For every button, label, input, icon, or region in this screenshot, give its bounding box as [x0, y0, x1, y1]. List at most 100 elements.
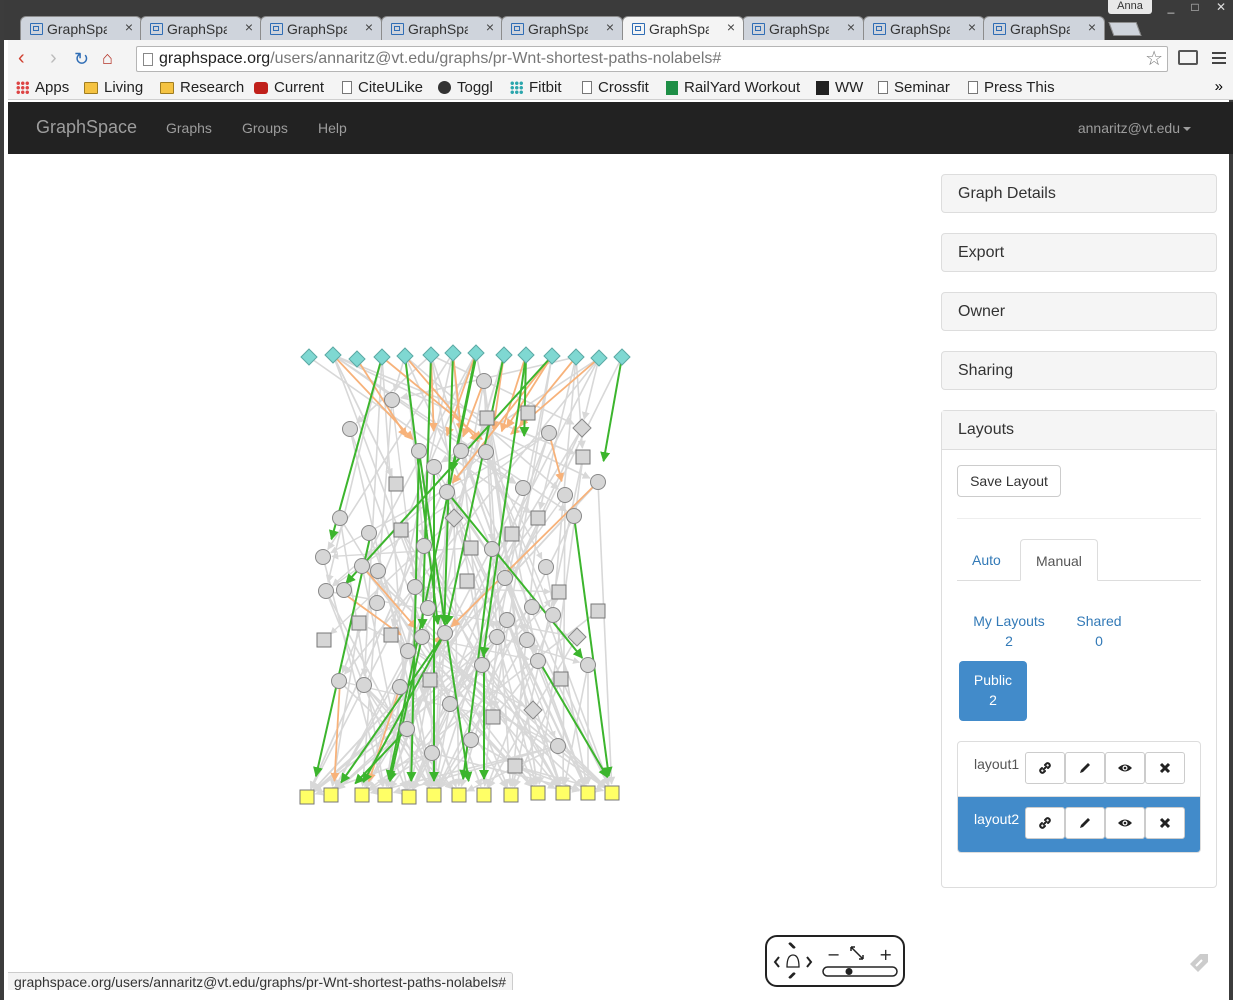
zoom-slider[interactable]: [822, 966, 898, 977]
graph-node[interactable]: [499, 612, 515, 628]
panel-export[interactable]: Export: [941, 233, 1217, 272]
graph-node[interactable]: [422, 672, 438, 688]
graph-node[interactable]: [356, 677, 372, 693]
graph-node[interactable]: [479, 410, 495, 426]
graph-node[interactable]: [361, 525, 377, 541]
graph-node[interactable]: [572, 418, 592, 438]
close-tab-icon[interactable]: ×: [365, 19, 373, 35]
browser-tab[interactable]: GraphSpa ×: [501, 16, 623, 40]
graph-node[interactable]: [519, 632, 535, 648]
bookmark-toggl[interactable]: Toggl: [438, 79, 493, 96]
target-node[interactable]: [401, 789, 417, 805]
bookmark-apps[interactable]: Apps: [16, 79, 69, 96]
graph-node[interactable]: [538, 559, 554, 575]
bookmark-citeulike[interactable]: CiteULike: [342, 79, 423, 96]
graph-node[interactable]: [541, 425, 557, 441]
graph-node[interactable]: [407, 579, 423, 595]
target-node[interactable]: [426, 787, 442, 803]
graph-node[interactable]: [336, 582, 352, 598]
new-tab-button[interactable]: [1108, 22, 1142, 36]
graph-node[interactable]: [342, 421, 358, 437]
cast-icon[interactable]: [1178, 50, 1198, 65]
target-node[interactable]: [503, 787, 519, 803]
graph-node[interactable]: [463, 540, 479, 556]
bookmark-research[interactable]: Research: [160, 79, 244, 96]
layout-row-selected[interactable]: layout2: [958, 797, 1200, 852]
fit-icon[interactable]: [850, 946, 864, 960]
graph-node[interactable]: [384, 392, 400, 408]
close-tab-icon[interactable]: ×: [486, 19, 494, 35]
minimize-icon[interactable]: _: [1160, 0, 1182, 18]
source-node[interactable]: [517, 346, 535, 364]
graph-node[interactable]: [439, 484, 455, 500]
zoom-out-icon[interactable]: −: [827, 945, 840, 964]
graph-node[interactable]: [530, 510, 546, 526]
graph-node[interactable]: [520, 405, 536, 421]
graph-node[interactable]: [590, 603, 606, 619]
graph-node[interactable]: [478, 444, 494, 460]
bookmark-crossfit[interactable]: Crossfit: [582, 79, 649, 96]
source-node[interactable]: [495, 346, 513, 364]
graph-node[interactable]: [414, 629, 430, 645]
graph-node[interactable]: [545, 607, 561, 623]
close-tab-icon[interactable]: ×: [847, 19, 855, 35]
bookmark-railyard[interactable]: RailYard Workout: [666, 79, 806, 96]
pencil-icon[interactable]: [1065, 752, 1105, 784]
nav-graphs[interactable]: Graphs: [166, 120, 212, 136]
graph-node[interactable]: [318, 583, 334, 599]
graph-node[interactable]: [489, 629, 505, 645]
back-icon[interactable]: ‹: [18, 48, 25, 68]
close-tab-icon[interactable]: ×: [1088, 19, 1096, 35]
source-node[interactable]: [300, 348, 318, 366]
graph-node[interactable]: [459, 573, 475, 589]
graph-node[interactable]: [316, 632, 332, 648]
graph-node[interactable]: [566, 508, 582, 524]
graph-node[interactable]: [550, 738, 566, 754]
target-node[interactable]: [354, 787, 370, 803]
browser-tab[interactable]: GraphSpa ×: [742, 16, 864, 40]
tab-manual[interactable]: Manual: [1020, 539, 1098, 581]
graph-node[interactable]: [392, 679, 408, 695]
bookmark-star-icon[interactable]: ☆: [1145, 47, 1163, 71]
pencil-tag-icon[interactable]: [1188, 952, 1210, 974]
graph-node[interactable]: [474, 657, 490, 673]
delete-icon[interactable]: [1145, 752, 1185, 784]
eye-icon[interactable]: [1105, 807, 1145, 839]
graph-node[interactable]: [370, 563, 386, 579]
maximize-icon[interactable]: □: [1184, 0, 1206, 18]
close-window-icon[interactable]: ✕: [1210, 0, 1232, 18]
save-layout-button[interactable]: Save Layout: [957, 465, 1061, 497]
source-node[interactable]: [467, 344, 485, 362]
graph-node[interactable]: [354, 558, 370, 574]
graph-node[interactable]: [497, 570, 513, 586]
graph-node[interactable]: [551, 584, 567, 600]
graph-node[interactable]: [485, 709, 501, 725]
browser-tab[interactable]: GraphSpa ×: [863, 16, 985, 40]
browser-tab[interactable]: GraphSpa ×: [140, 16, 262, 40]
graph-node[interactable]: [399, 721, 415, 737]
brand-link[interactable]: GraphSpace: [36, 117, 137, 138]
panel-sharing[interactable]: Sharing: [941, 351, 1217, 390]
filter-public[interactable]: Public 2: [959, 661, 1027, 721]
browser-tab-active[interactable]: GraphSpa ×: [622, 16, 744, 40]
link-icon[interactable]: [1025, 807, 1065, 839]
graph-node[interactable]: [331, 673, 347, 689]
panel-owner[interactable]: Owner: [941, 292, 1217, 331]
graph-node[interactable]: [416, 538, 432, 554]
browser-tab[interactable]: GraphSpa ×: [260, 16, 382, 40]
bookmark-press-this[interactable]: Press This: [968, 79, 1055, 96]
more-bookmarks-icon[interactable]: »: [1215, 78, 1223, 95]
home-icon[interactable]: ⌂: [102, 48, 113, 68]
eye-icon[interactable]: [1105, 752, 1145, 784]
delete-icon[interactable]: [1145, 807, 1185, 839]
close-tab-icon[interactable]: ×: [125, 19, 133, 35]
graph-node[interactable]: [332, 510, 348, 526]
graph-node[interactable]: [411, 443, 427, 459]
graph-node[interactable]: [388, 476, 404, 492]
browser-tab[interactable]: GraphSpa ×: [20, 16, 142, 40]
target-node[interactable]: [451, 787, 467, 803]
close-tab-icon[interactable]: ×: [968, 19, 976, 35]
close-tab-icon[interactable]: ×: [245, 19, 253, 35]
graph-node[interactable]: [420, 600, 436, 616]
source-node[interactable]: [613, 348, 631, 366]
